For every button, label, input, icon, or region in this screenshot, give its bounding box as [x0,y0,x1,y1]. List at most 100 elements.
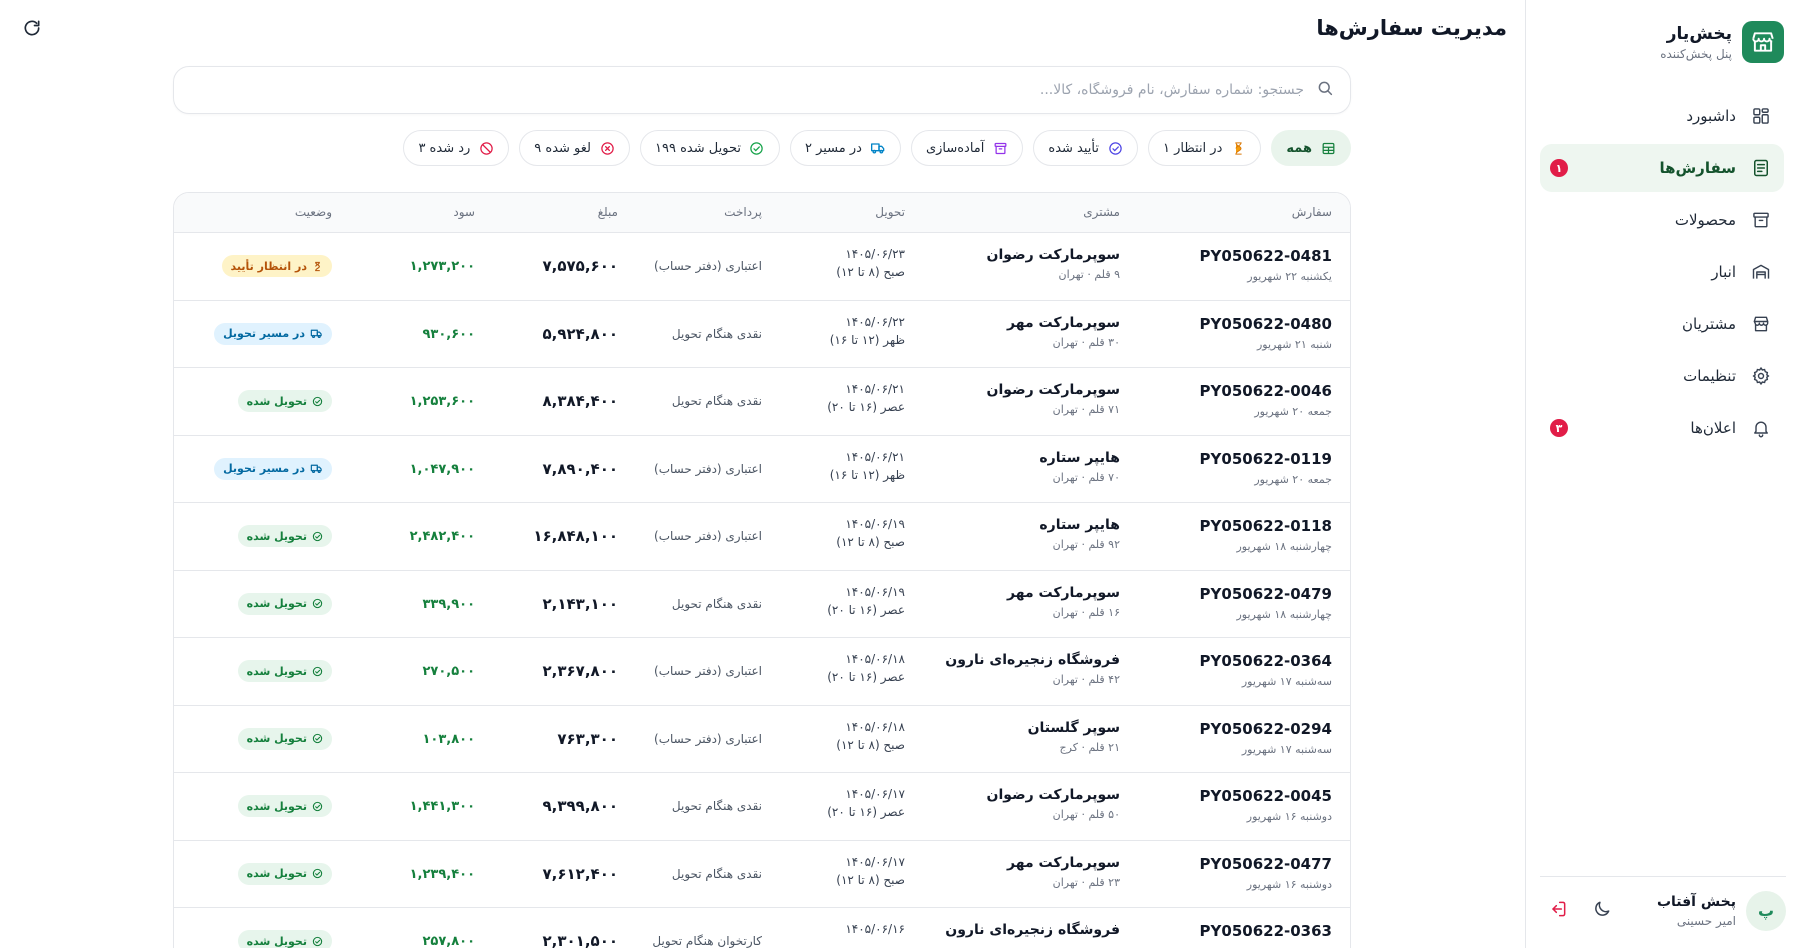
delivery-slot: ظهر (۱۲ تا ۱۶) [829,332,905,347]
check-circle-icon [749,140,765,156]
sidebar-item-label: مشتریان [1682,315,1736,333]
order-id[interactable]: PY050622-0046 [1200,382,1332,400]
truck-icon [310,327,323,340]
payment-method: نقدی هنگام تحویل [671,326,762,341]
order-date: سه‌شنبه ۱۷ شهریور [1241,742,1332,756]
filter-chip[interactable]: تأیید شده [1033,130,1138,166]
table-row[interactable]: PY050622-0363 فروشگاه زنجیره‌ای نارون ۱۴۰۵… [174,908,1350,948]
order-date: چهارشنبه ۱۸ شهریور [1236,540,1332,553]
grid-icon [1320,140,1336,156]
filter-chip[interactable]: لغو شده ۹ [519,130,631,166]
refresh-button[interactable] [18,16,46,44]
order-profit: ۱,۲۳۹,۴۰۰ [409,866,475,882]
sidebar-item-label: سفارش‌ها [1659,159,1736,177]
filter-chip[interactable]: در انتظار ۱ [1148,130,1262,166]
order-id[interactable]: PY050622-0480 [1200,315,1332,333]
order-id[interactable]: PY050622-0294 [1200,720,1332,738]
user-name: پخش آفتاب [1656,893,1736,910]
order-amount: ۸,۳۸۴,۴۰۰ [542,392,618,410]
delivery-slot: صبح (۸ تا ۱۲) [836,872,905,887]
filter-chip[interactable]: در مسیر ۲ [789,130,901,166]
table-row[interactable]: PY050622-0046 جمعه ۲۰ شهریور سوپرمارکت رضو… [174,368,1350,436]
sidebar-item-dashboard[interactable]: داشبورد [1540,92,1784,140]
order-id[interactable]: PY050622-0479 [1200,585,1332,603]
search-bar [173,66,1351,114]
header-profit: سود [453,205,475,219]
delivery-date: ۱۴۰۵/۰۶/۱۸ [845,719,905,734]
delivery-date: ۱۴۰۵/۰۶/۱۷ [845,854,905,869]
archive-icon [992,140,1008,156]
customer-items: ۵۰ قلم · تهران [1052,808,1120,821]
order-profit: ۱,۴۴۱,۳۰۰ [409,799,475,814]
order-amount: ۲,۳۶۷,۸۰۰ [542,662,618,680]
sidebar-item-bell[interactable]: اعلان‌ها ۳ [1540,404,1784,452]
order-id[interactable]: PY050622-0477 [1200,855,1332,873]
payment-method: نقدی هنگام تحویل [671,596,762,611]
sidebar-item-warehouse[interactable]: انبار [1540,248,1784,296]
filter-chip[interactable]: همه [1271,130,1351,166]
sidebar-item-label: انبار [1711,263,1736,281]
order-id[interactable]: PY050622-0045 [1200,787,1332,805]
table-row[interactable]: PY050622-0294 سه‌شنبه ۱۷ شهریور سوپر گلستا… [174,706,1350,773]
order-amount: ۷۶۳,۳۰۰ [557,729,618,748]
status-badge: در مسیر تحویل [214,457,332,480]
customer-items: ۳۰ قلم · تهران [1052,335,1120,349]
delivery-slot: عصر (۱۶ تا ۲۰) [827,670,905,684]
table-row[interactable]: PY050622-0481 یکشنبه ۲۲ شهریور سوپرمارکت ر… [174,233,1350,301]
customer-name: فروشگاه زنجیره‌ای نارون [945,922,1120,938]
payment-method: اعتباری (دفتر حساب) [654,259,762,273]
logout-button[interactable] [1540,893,1576,929]
avatar[interactable]: پ [1746,890,1786,931]
table-row[interactable]: PY050622-0477 دوشنبه ۱۶ شهریور سوپرمارکت م… [174,841,1350,908]
dark-mode-toggle[interactable] [1584,893,1620,929]
order-amount: ۲,۱۴۳,۱۰۰ [542,594,618,613]
sidebar-item-box[interactable]: محصولات [1540,196,1784,244]
order-id[interactable]: PY050622-0118 [1200,517,1332,535]
sidebar-item-store[interactable]: مشتریان [1540,300,1784,348]
customer-items: ۱۶ قلم · تهران [1052,605,1120,619]
order-amount: ۲,۳۰۱,۵۰۰ [542,932,618,948]
filter-chip[interactable]: رد شده ۳ [403,130,510,166]
table-row[interactable]: PY050622-0118 چهارشنبه ۱۸ شهریور هایپر ستا… [174,503,1350,571]
filter-chip[interactable]: آماده‌سازی [910,130,1024,166]
notification-badge: ۱ [1550,159,1568,177]
table-row[interactable]: PY050622-0045 دوشنبه ۱۶ شهریور سوپرمارکت ر… [174,773,1350,841]
sidebar-item-orders[interactable]: سفارش‌ها ۱ [1540,144,1784,192]
status-badge: تحویل شده [237,525,332,547]
order-profit: ۱۰۳,۸۰۰ [422,731,475,747]
status-label: تحویل شده [246,597,307,610]
order-profit: ۹۳۰,۶۰۰ [422,326,475,342]
sidebar-item-gear[interactable]: تنظیمات [1540,352,1784,400]
header-payment: پرداخت [724,205,762,219]
order-date: جمعه ۲۰ شهریور [1254,405,1332,418]
delivery-date: ۱۴۰۵/۰۶/۱۹ [845,584,905,599]
dashboard-icon [1750,105,1772,127]
order-id[interactable]: PY050622-0363 [1200,922,1332,940]
filter-chip[interactable]: تحویل شده ۱۹۹ [640,130,780,166]
order-amount: ۱۶,۸۴۸,۱۰۰ [533,527,618,545]
table-body: PY050622-0481 یکشنبه ۲۲ شهریور سوپرمارکت ر… [174,233,1350,948]
main-content: مدیریت سفارش‌ها همه در انتظار ۱ تأیید شده آ… [0,0,1525,948]
table-row[interactable]: PY050622-0480 شنبه ۲۱ شهریور سوپرمارکت مهر… [174,301,1350,368]
delivery-date: ۱۴۰۵/۰۶/۱۹ [845,517,905,531]
order-id[interactable]: PY050622-0119 [1200,450,1332,468]
delivery-slot: ظهر (۱۲ تا ۱۶) [829,467,905,482]
delivery-date: ۱۴۰۵/۰۶/۱۷ [845,787,905,801]
table-row[interactable]: PY050622-0479 چهارشنبه ۱۸ شهریور سوپرمارکت… [174,571,1350,638]
header-customer: مشتری [1083,205,1120,219]
user-panel: پ پخش آفتاب امیر حسینی [1540,876,1786,936]
sidebar-item-label: محصولات [1674,211,1736,229]
customer-name: سوپرمارکت مهر [1007,854,1120,871]
header-order: سفارش [1291,205,1332,219]
order-id[interactable]: PY050622-0481 [1200,247,1332,265]
table-row[interactable]: PY050622-0119 جمعه ۲۰ شهریور هایپر ستاره ۷۰… [174,436,1350,503]
order-id[interactable]: PY050622-0364 [1200,652,1332,670]
search-input[interactable] [174,82,1304,98]
order-date: شنبه ۲۱ شهریور [1257,337,1332,351]
check-circle-icon [312,531,323,542]
status-label: تحویل شده [246,934,307,948]
status-label: تحویل شده [246,529,307,543]
table-row[interactable]: PY050622-0364 سه‌شنبه ۱۷ شهریور فروشگاه زن… [174,638,1350,706]
check-circle-icon [312,801,323,812]
customer-name: سوپرمارکت رضوان [986,787,1120,803]
